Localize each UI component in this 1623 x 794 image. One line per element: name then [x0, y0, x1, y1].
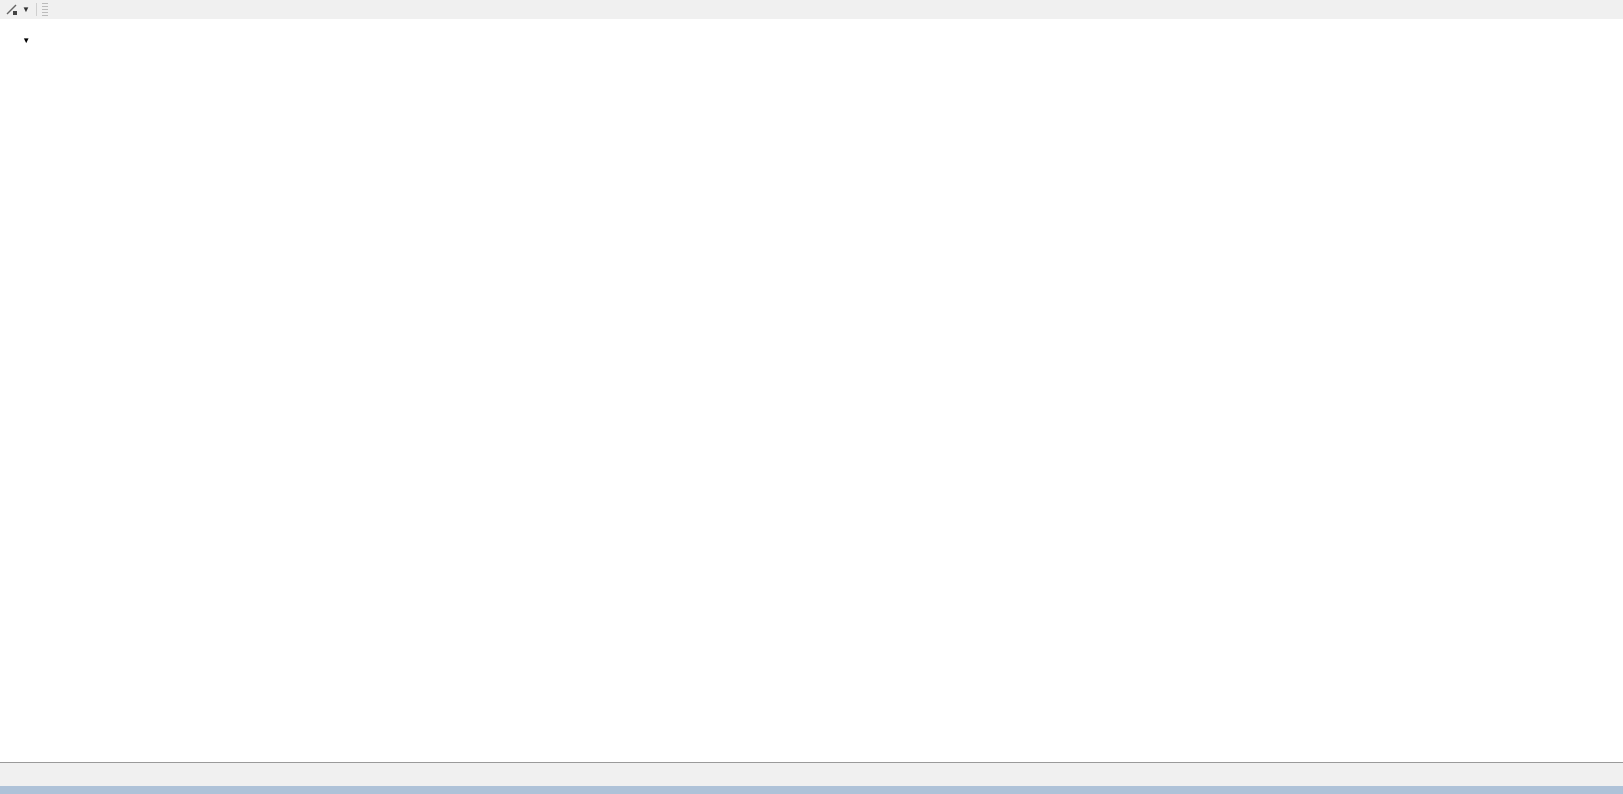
chart-canvas[interactable] [0, 19, 1623, 762]
mt4-window: ▼ ▼ [0, 0, 1623, 794]
collapse-caret-icon[interactable]: ▼ [22, 36, 30, 45]
macd-label [10, 651, 25, 687]
line-studies-icon[interactable] [2, 2, 22, 17]
window-bottom-strip [0, 786, 1623, 794]
toolbar-grip[interactable] [42, 3, 48, 16]
chart-title: ▼ [10, 23, 53, 59]
toolbar-separator [36, 3, 37, 16]
tool-dropdown-caret-icon[interactable]: ▼ [22, 5, 30, 14]
timeframe-toolbar: ▼ [0, 0, 1623, 19]
tab-bar [0, 762, 1623, 787]
rsi-label [10, 557, 25, 593]
